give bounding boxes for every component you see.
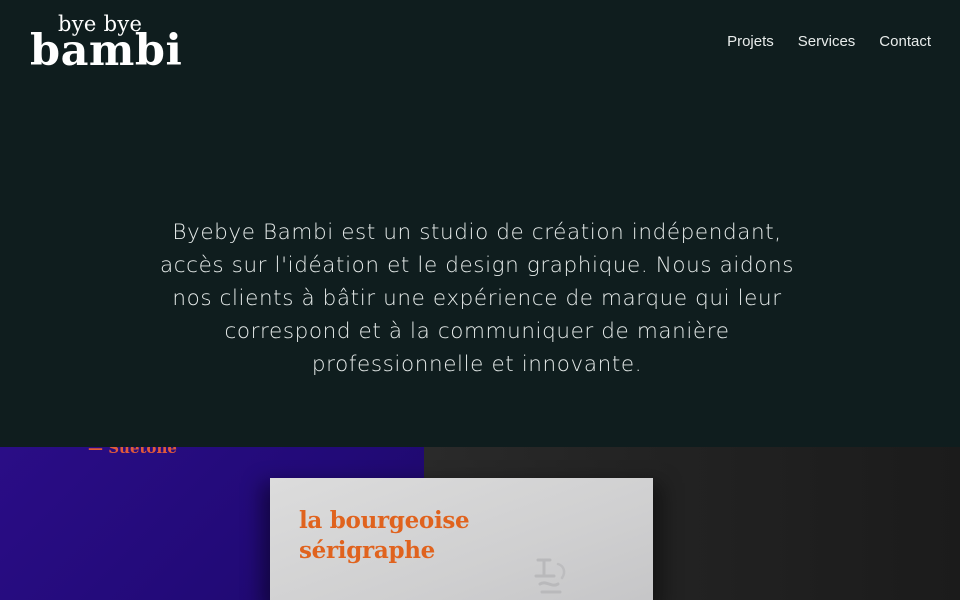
site-header: bye bye bambi Projets Services Contact	[0, 0, 960, 100]
business-card: la bourgeoise sérigraphe	[270, 478, 653, 600]
nav-item-contact[interactable]: Contact	[879, 33, 931, 50]
main-nav: Projets Services Contact	[727, 33, 931, 50]
hero-intro-text: Byebye Bambi est un studio de création i…	[159, 220, 795, 377]
nav-item-projets[interactable]: Projets	[727, 33, 774, 50]
logo-link[interactable]: bye bye bambi	[30, 14, 182, 73]
nav-item-services[interactable]: Services	[798, 33, 856, 50]
embossed-monogram-icon	[534, 558, 566, 594]
card-title-line1: la bourgeoise	[299, 507, 470, 534]
logo-big-text: bambi	[30, 26, 183, 76]
card-title: la bourgeoise sérigraphe	[299, 506, 470, 566]
project-showcase-image[interactable]: — Suetone la bourgeoise sérigraphe	[0, 447, 960, 600]
quote-credit: — Suetone	[88, 447, 177, 457]
page: Byebye Bambi est un studio de création i…	[0, 0, 960, 600]
card-title-line2: sérigraphe	[299, 537, 435, 564]
